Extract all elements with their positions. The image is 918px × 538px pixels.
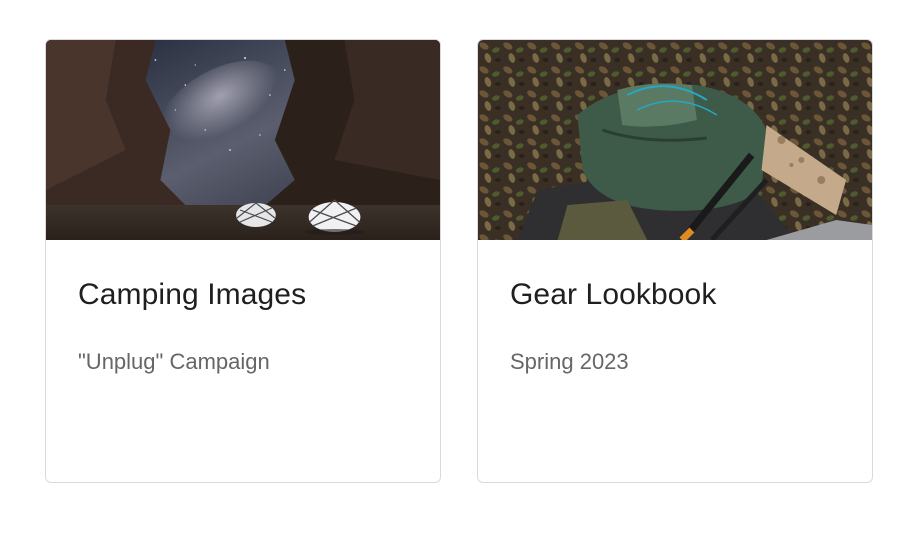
card-camping-images[interactable]: Camping Images "Unplug" Campaign [45, 39, 441, 483]
card-subtitle: "Unplug" Campaign [78, 349, 270, 374]
camping-thumbnail-image [46, 40, 440, 240]
card-subtitle: Spring 2023 [510, 349, 629, 374]
gear-thumbnail-image [478, 40, 872, 240]
card-gear-lookbook[interactable]: Gear Lookbook Spring 2023 [477, 39, 873, 483]
card-title: Gear Lookbook [510, 278, 717, 311]
card-title: Camping Images [78, 278, 307, 311]
